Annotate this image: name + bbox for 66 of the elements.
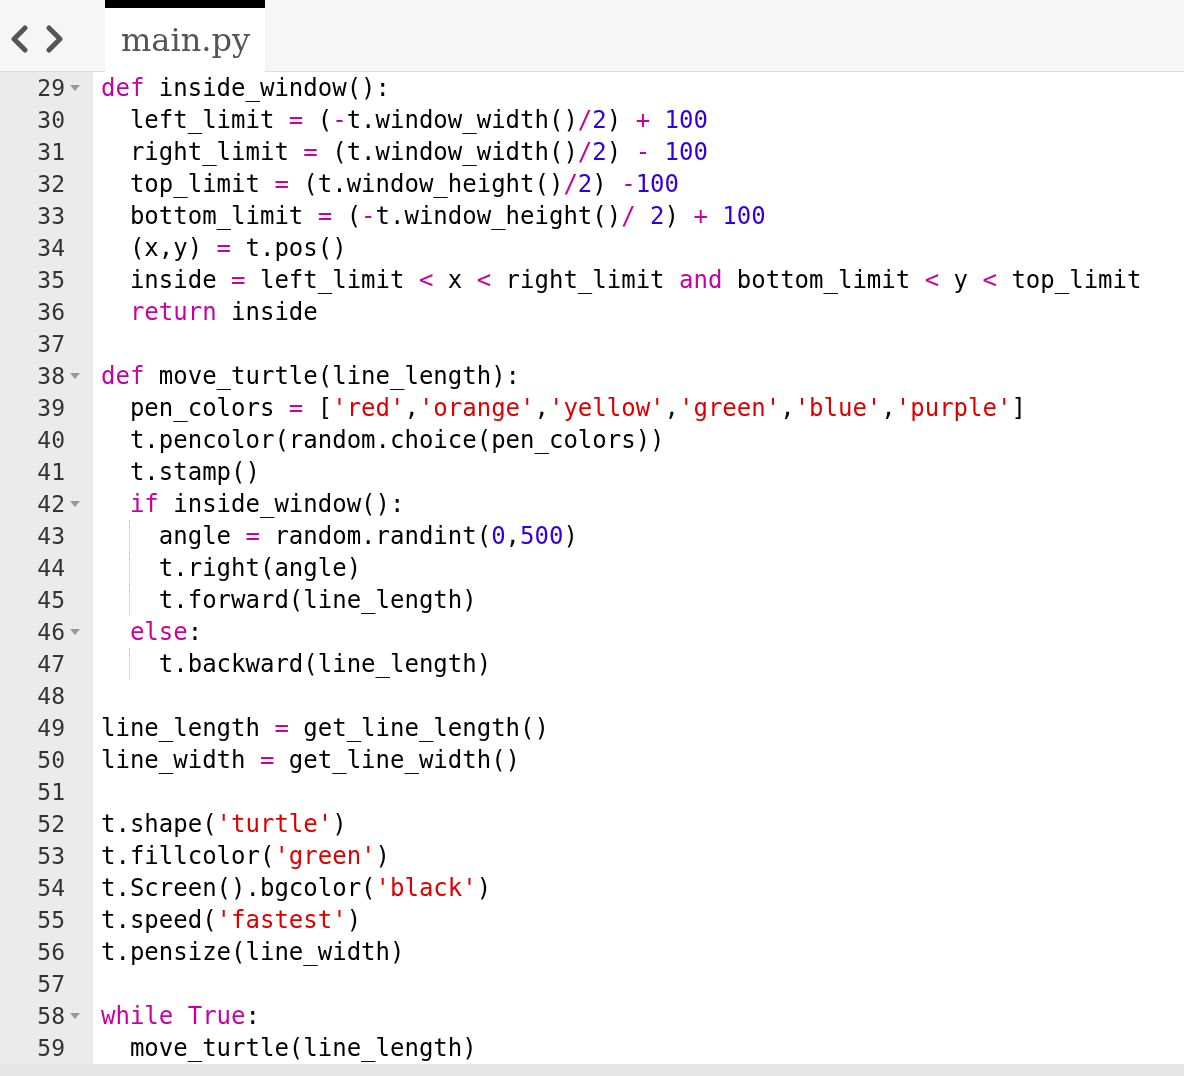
line-number: 39 bbox=[37, 394, 65, 423]
line-number: 49 bbox=[37, 714, 65, 743]
line-number: 54 bbox=[37, 874, 65, 903]
line-number: 29 bbox=[37, 74, 65, 103]
code-line: t.right(angle) bbox=[101, 552, 362, 584]
code-line: t.fillcolor('green') bbox=[101, 841, 390, 872]
line-number: 31 bbox=[37, 138, 65, 167]
line-number: 33 bbox=[37, 202, 65, 231]
code-line: bottom_limit = (-t.window_height()/ 2) + 100 bbox=[128, 201, 766, 232]
line-number: 40 bbox=[37, 426, 65, 455]
code-line: t.forward(line_length) bbox=[101, 584, 477, 616]
code-line: move_turtle(line_length) bbox=[128, 1033, 477, 1064]
code-line: top_limit = (t.window_height()/2) -100 bbox=[128, 169, 680, 200]
line-number: 34 bbox=[37, 234, 65, 263]
line-number: 42 bbox=[37, 490, 65, 519]
chevron-left-icon bbox=[10, 24, 28, 53]
code-line: t.backward(line_length) bbox=[101, 648, 492, 680]
file-tab[interactable]: main.py bbox=[105, 0, 265, 72]
line-number: 35 bbox=[37, 266, 65, 295]
line-number: 37 bbox=[37, 330, 65, 359]
code-line: line_width = get_line_width() bbox=[101, 745, 521, 776]
fold-triangle-icon[interactable] bbox=[70, 1013, 80, 1019]
code-line: t.Screen().bgcolor('black') bbox=[101, 873, 492, 904]
chevron-right-icon bbox=[46, 24, 64, 53]
code-line: return inside bbox=[128, 297, 318, 328]
code-line: if inside_window(): bbox=[128, 489, 405, 520]
code-line: t.pensize(line_width) bbox=[101, 937, 405, 968]
code-line: t.shape('turtle') bbox=[101, 809, 347, 840]
code-line: def move_turtle(line_length): bbox=[101, 361, 521, 392]
code-line: while True: bbox=[101, 1001, 260, 1032]
line-number: 36 bbox=[37, 298, 65, 327]
code-line: t.stamp() bbox=[128, 457, 260, 488]
line-number: 45 bbox=[37, 586, 65, 615]
code-line: else: bbox=[128, 617, 203, 648]
line-number: 48 bbox=[37, 682, 65, 711]
fold-triangle-icon[interactable] bbox=[70, 501, 80, 507]
fold-triangle-icon[interactable] bbox=[70, 85, 80, 91]
code-line: right_limit = (t.window_width()/2) - 100 bbox=[128, 137, 708, 168]
code-line: inside = left_limit < x < right_limit and bottom_limit < y < top_limit bbox=[128, 265, 1142, 296]
code-line: left_limit = (-t.window_width()/2) + 100 bbox=[128, 105, 708, 136]
code-line: angle = random.randint(0,500) bbox=[101, 520, 578, 552]
line-number: 55 bbox=[37, 906, 65, 935]
line-number: 50 bbox=[37, 746, 65, 775]
line-number: 44 bbox=[37, 554, 65, 583]
code-line: (x,y) = t.pos() bbox=[128, 233, 347, 264]
fold-triangle-icon[interactable] bbox=[70, 373, 80, 379]
line-number: 43 bbox=[37, 522, 65, 551]
line-number: 38 bbox=[37, 362, 65, 391]
line-number: 32 bbox=[37, 170, 65, 199]
line-number: 59 bbox=[37, 1034, 65, 1063]
line-number: 57 bbox=[37, 970, 65, 999]
code-line: t.pencolor(random.choice(pen_colors)) bbox=[128, 425, 665, 456]
line-number: 46 bbox=[37, 618, 65, 647]
line-number: 56 bbox=[37, 938, 65, 967]
code-line: t.speed('fastest') bbox=[101, 905, 362, 936]
line-number: 47 bbox=[37, 650, 65, 679]
line-number: 52 bbox=[37, 810, 65, 839]
code-line: pen_colors = ['red','orange','yellow','green','blue','purple'] bbox=[128, 393, 1026, 424]
line-number: 53 bbox=[37, 842, 65, 871]
code-line: line_length = get_line_length() bbox=[101, 713, 549, 744]
line-number: 30 bbox=[37, 106, 65, 135]
line-number: 41 bbox=[37, 458, 65, 487]
code-line: def inside_window(): bbox=[101, 73, 390, 104]
line-number: 51 bbox=[37, 778, 65, 807]
fold-triangle-icon[interactable] bbox=[70, 629, 80, 635]
line-number: 58 bbox=[37, 1002, 65, 1031]
